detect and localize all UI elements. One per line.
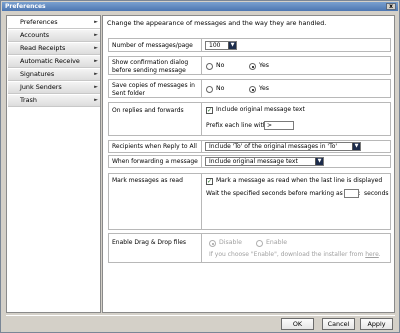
sidebar-item-label: Automatic Receive — [20, 57, 80, 65]
row-divider — [201, 103, 202, 135]
drag-drop-disable-label: Disable — [219, 239, 242, 246]
replies-forwards-row: On replies and forwards ✓ Include origin… — [108, 102, 391, 136]
replies-forwards-label: On replies and forwards — [112, 107, 184, 114]
wait-seconds-input[interactable] — [344, 189, 359, 198]
row-divider — [201, 80, 202, 97]
window-title: Preferences — [5, 3, 46, 10]
sidebar-item-label: Accounts — [20, 31, 50, 39]
sidebar-item-label: Signatures — [20, 70, 55, 78]
row-divider — [201, 174, 202, 229]
save-copies-row: Save copies of messages in Sent folder N… — [108, 79, 391, 98]
reply-to-all-label: Recipients when Reply to All — [112, 143, 197, 150]
sidebar-item-label: Preferences — [20, 18, 58, 26]
forwarding-value: Include original message text — [209, 158, 298, 165]
cancel-button[interactable]: Cancel — [322, 318, 355, 330]
drag-drop-disable-radio[interactable] — [209, 240, 216, 247]
confirm-dialog-yes-radio[interactable] — [249, 63, 256, 70]
messages-per-page-label: Number of messages/page — [112, 42, 193, 49]
arrow-right-icon: ► — [94, 71, 98, 77]
sidebar: Preferences ► Accounts ► Read Receipts ►… — [6, 15, 101, 313]
row-divider — [201, 39, 202, 51]
sidebar-item-accounts[interactable]: Accounts ► — [8, 30, 100, 42]
forwarding-label: When forwarding a message — [112, 158, 198, 165]
chevron-down-icon: ▼ — [315, 158, 323, 165]
seconds-label: seconds — [364, 190, 389, 197]
drag-drop-hint-text: If you choose "Enable", download the ins… — [209, 251, 364, 258]
drag-drop-hint-suffix: . — [378, 251, 381, 258]
confirm-dialog-no-label: No — [216, 62, 225, 69]
row-divider — [201, 156, 202, 167]
preferences-content: Change the appearance of messages and th… — [102, 15, 395, 313]
sidebar-item-automatic-receive[interactable]: Automatic Receive ► — [8, 56, 100, 68]
drag-drop-enable-radio[interactable] — [256, 240, 263, 247]
sidebar-item-preferences[interactable]: Preferences ► — [8, 17, 100, 29]
reply-to-all-row: Recipients when Reply to All Include 'To… — [108, 140, 391, 153]
row-divider — [201, 141, 202, 152]
preferences-window: Preferences x Preferences ► Accounts ► R… — [0, 0, 400, 333]
prefix-input[interactable]: > — [264, 121, 294, 130]
mark-read-row: Mark messages as read ✓ Mark a message a… — [108, 173, 391, 230]
ok-button[interactable]: OK — [281, 318, 314, 330]
page-description: Change the appearance of messages and th… — [107, 19, 327, 27]
prefix-label: Prefix each line with: — [206, 122, 269, 129]
reply-to-all-select[interactable]: Include 'To' of the original messages in… — [205, 142, 361, 151]
save-copies-label: Save copies of messages in Sent folder — [112, 82, 195, 97]
sidebar-item-signatures[interactable]: Signatures ► — [8, 69, 100, 81]
arrow-right-icon: ► — [94, 32, 98, 38]
wait-seconds-label: Wait the specified seconds before markin… — [206, 190, 361, 197]
drag-drop-row: Enable Drag & Drop files Disable Enable … — [108, 233, 391, 263]
sidebar-item-label: Junk Senders — [20, 83, 62, 91]
row-divider — [201, 57, 202, 74]
confirm-dialog-row: Show confirmation dialog before sending … — [108, 56, 391, 75]
button-bar-divider — [6, 315, 395, 316]
row-divider — [201, 234, 202, 262]
installer-download-link[interactable]: here — [365, 251, 379, 258]
include-original-label: Include original message text — [216, 106, 305, 113]
drag-drop-enable-label: Enable — [266, 239, 288, 246]
chevron-down-icon: ▼ — [228, 42, 236, 49]
arrow-right-icon: ► — [94, 58, 98, 64]
arrow-right-icon: ► — [94, 19, 98, 25]
title-bar: Preferences x — [2, 2, 398, 11]
save-copies-yes-label: Yes — [259, 85, 269, 92]
forwarding-select[interactable]: Include original message text ▼ — [205, 157, 324, 166]
mark-read-checkbox[interactable]: ✓ — [206, 178, 213, 185]
arrow-right-icon: ► — [94, 45, 98, 51]
mark-read-check-label: Mark a message as read when the last lin… — [216, 177, 383, 184]
close-button[interactable]: x — [386, 3, 396, 10]
forwarding-row: When forwarding a message Include origin… — [108, 155, 391, 168]
sidebar-item-read-receipts[interactable]: Read Receipts ► — [8, 43, 100, 55]
sidebar-item-label: Trash — [20, 96, 37, 104]
drag-drop-hint: If you choose "Enable", download the ins… — [209, 251, 381, 259]
save-copies-no-label: No — [216, 85, 225, 92]
arrow-right-icon: ► — [94, 97, 98, 103]
confirm-dialog-no-radio[interactable] — [206, 63, 213, 70]
sidebar-item-label: Read Receipts — [20, 44, 66, 52]
drag-drop-label: Enable Drag & Drop files — [112, 239, 187, 246]
apply-button[interactable]: Apply — [360, 318, 393, 330]
reply-to-all-value: Include 'To' of the original messages in… — [209, 143, 338, 150]
save-copies-no-radio[interactable] — [206, 86, 213, 93]
mark-read-label: Mark messages as read — [112, 177, 183, 184]
save-copies-yes-radio[interactable] — [249, 86, 256, 93]
confirm-dialog-label: Show confirmation dialog before sending … — [112, 59, 189, 74]
messages-per-page-select[interactable]: 100 ▼ — [205, 41, 237, 50]
chevron-down-icon: ▼ — [352, 143, 360, 150]
arrow-right-icon: ► — [94, 84, 98, 90]
sidebar-item-junk-senders[interactable]: Junk Senders ► — [8, 82, 100, 94]
confirm-dialog-yes-label: Yes — [259, 62, 269, 69]
messages-per-page-row: Number of messages/page 100 ▼ — [108, 38, 391, 52]
messages-per-page-value: 100 — [209, 42, 221, 49]
include-original-checkbox[interactable]: ✓ — [206, 107, 213, 114]
sidebar-item-trash[interactable]: Trash ► — [8, 95, 100, 107]
